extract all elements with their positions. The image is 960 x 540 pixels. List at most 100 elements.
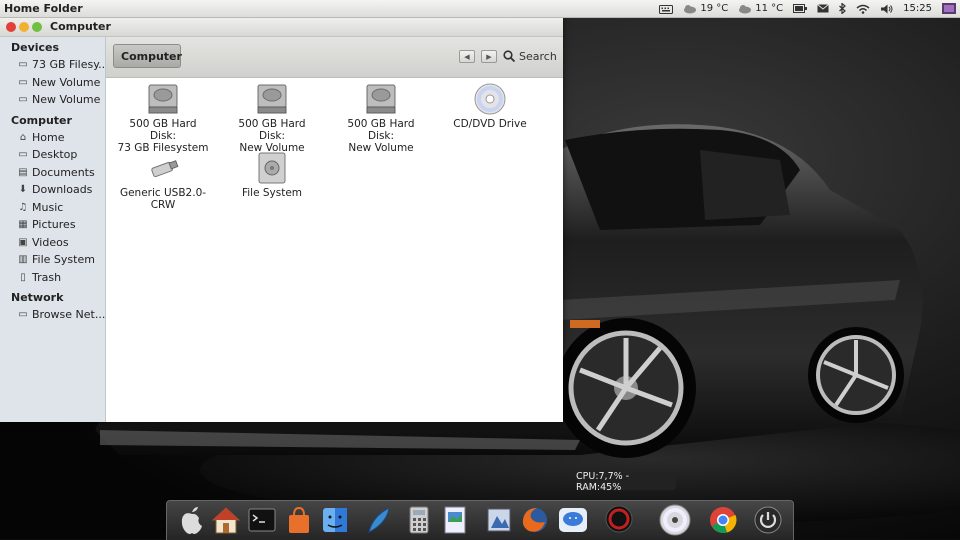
finder-icon[interactable] xyxy=(319,504,351,536)
sidebar-item-label: Home xyxy=(32,130,65,144)
sidebar-heading: Computer xyxy=(11,113,72,127)
volume-icon[interactable] xyxy=(880,4,893,14)
item-label-line2: CRW xyxy=(150,199,176,211)
apple-icon[interactable] xyxy=(176,504,208,536)
firefox-icon[interactable] xyxy=(519,504,551,536)
harddisk-icon xyxy=(146,82,180,116)
image-viewer-icon[interactable] xyxy=(439,504,471,536)
battery-icon[interactable] xyxy=(793,4,808,13)
documents-icon: ▤ xyxy=(18,166,28,178)
item-label-line2: New Volume xyxy=(348,142,414,154)
terminal-icon[interactable] xyxy=(246,504,278,536)
sidebar-item[interactable]: ♫ Music xyxy=(0,199,105,217)
clock[interactable]: 15:25 xyxy=(903,3,932,14)
disc-icon[interactable] xyxy=(659,504,691,536)
item-label-line1: File System xyxy=(241,187,303,199)
power-icon[interactable] xyxy=(752,504,784,536)
harddisk-icon xyxy=(364,82,398,116)
window-title: Computer xyxy=(50,20,111,33)
user-icon[interactable] xyxy=(942,3,956,14)
wifi-icon[interactable] xyxy=(856,4,870,14)
window-titlebar[interactable]: Computer xyxy=(0,17,563,37)
file-manager-window: Computer Devices ▭ 73 GB Filesy... ▭ New Vol… xyxy=(0,17,563,422)
usb-icon xyxy=(146,151,180,185)
drive-item[interactable]: 500 GB Hard Disk: 73 GB Filesystem xyxy=(115,82,211,154)
sidebar-item[interactable]: ▦ Pictures xyxy=(0,216,105,234)
filesystem-icon: ▥ xyxy=(18,254,28,266)
sidebar-item[interactable]: ⬇ Downloads xyxy=(0,181,105,199)
sidebar-item[interactable]: ▭ New Volume xyxy=(0,91,105,109)
location-button-computer[interactable]: Computer xyxy=(113,44,182,68)
places-sidebar: Devices ▭ 73 GB Filesy... ▭ New Volume ▭ New V… xyxy=(0,37,106,422)
sidebar-item[interactable]: ⌂ Home xyxy=(0,129,105,147)
bluetooth-icon[interactable] xyxy=(839,3,847,14)
sidebar-item[interactable]: ▤ Documents xyxy=(0,164,105,182)
sidebar-item-label: Trash xyxy=(32,270,62,284)
quill-icon[interactable] xyxy=(363,504,395,536)
home-icon[interactable] xyxy=(210,504,242,536)
search-icon xyxy=(503,50,515,62)
music-icon: ♫ xyxy=(18,201,28,213)
sidebar-item-label: File System xyxy=(32,253,95,267)
active-window-title: Home Folder xyxy=(4,2,83,15)
sidebar-item[interactable]: ▭ Browse Net... xyxy=(0,306,105,324)
sidebar-item-label: Downloads xyxy=(32,183,93,197)
system-monitor-icon[interactable] xyxy=(603,504,635,536)
close-button[interactable] xyxy=(6,21,16,32)
sidebar-item[interactable]: ▭ New Volume xyxy=(0,74,105,92)
trash-icon: ▯ xyxy=(20,271,26,283)
shopping-bag-icon[interactable] xyxy=(283,504,315,536)
videos-icon: ▣ xyxy=(18,236,28,248)
sidebar-item-label: Documents xyxy=(32,165,95,179)
chrome-icon[interactable] xyxy=(707,504,739,536)
pictures-icon: ▦ xyxy=(18,219,28,231)
sidebar-item-label: 73 GB Filesy... xyxy=(32,58,105,72)
weather-indicator[interactable]: 19 °C xyxy=(683,3,728,14)
filesystem-icon xyxy=(255,151,289,185)
harddisk-icon xyxy=(255,82,289,116)
network-icon: ▭ xyxy=(18,309,28,321)
keyboard-icon[interactable] xyxy=(659,4,674,14)
drive-item[interactable]: 500 GB Hard Disk: New Volume xyxy=(224,82,320,154)
sidebar-item[interactable]: ▭ 73 GB Filesy... xyxy=(0,56,105,74)
drive-item[interactable]: 500 GB Hard Disk: New Volume xyxy=(333,82,429,154)
downloads-icon: ⬇ xyxy=(18,184,28,196)
back-button[interactable]: ◀ xyxy=(459,50,475,63)
search-button[interactable]: Search xyxy=(503,47,557,65)
cloud-icon xyxy=(684,4,697,13)
drive-item[interactable]: CD/DVD Drive xyxy=(442,82,538,130)
calculator-icon[interactable] xyxy=(403,504,435,536)
forward-button[interactable]: ▶ xyxy=(481,50,497,63)
item-label-line1: 500 GB Hard Disk: xyxy=(347,118,415,142)
sidebar-item-label: Pictures xyxy=(32,218,76,232)
weather-temp-1: 19 °C xyxy=(700,3,729,14)
messages-icon[interactable] xyxy=(557,504,589,536)
sidebar-item[interactable]: ▥ File System xyxy=(0,251,105,269)
sidebar-item-label: Browse Net... xyxy=(32,308,105,322)
item-label-line1: 500 GB Hard Disk: xyxy=(129,118,197,142)
location-label: Computer xyxy=(121,49,182,63)
sidebar-item-label: Videos xyxy=(32,235,69,249)
home-icon: ⌂ xyxy=(19,131,27,143)
photos-icon[interactable] xyxy=(483,504,515,536)
sidebar-item[interactable]: ▭ Desktop xyxy=(0,146,105,164)
minimize-button[interactable] xyxy=(19,21,29,32)
file-view: 500 GB Hard Disk: 73 GB Filesystem 500 GB … xyxy=(106,78,563,422)
weather-indicator-2[interactable]: 11 °C xyxy=(738,3,783,14)
sidebar-item[interactable]: ▣ Videos xyxy=(0,234,105,252)
maximize-button[interactable] xyxy=(32,21,42,32)
sidebar-item[interactable]: ▯ Trash xyxy=(0,269,105,287)
drive-icon: ▭ xyxy=(18,59,28,71)
window-toolbar: Computer ◀ ▶ Search xyxy=(106,37,563,78)
cloud-icon xyxy=(739,4,752,13)
sidebar-item-label: New Volume xyxy=(32,75,101,89)
mail-icon[interactable] xyxy=(817,4,829,13)
drive-item[interactable]: Generic USB2.0- CRW xyxy=(115,151,211,211)
dock xyxy=(166,500,794,540)
drive-item[interactable]: File System xyxy=(224,151,320,199)
sidebar-item-label: Music xyxy=(32,200,64,214)
item-label-line1: 500 GB Hard Disk: xyxy=(238,118,306,142)
top-panel: Home Folder 19 °C 11 °C 15:25 xyxy=(0,0,960,18)
drive-icon: ▭ xyxy=(18,76,28,88)
item-label-line1: Generic USB2.0- xyxy=(119,187,207,199)
